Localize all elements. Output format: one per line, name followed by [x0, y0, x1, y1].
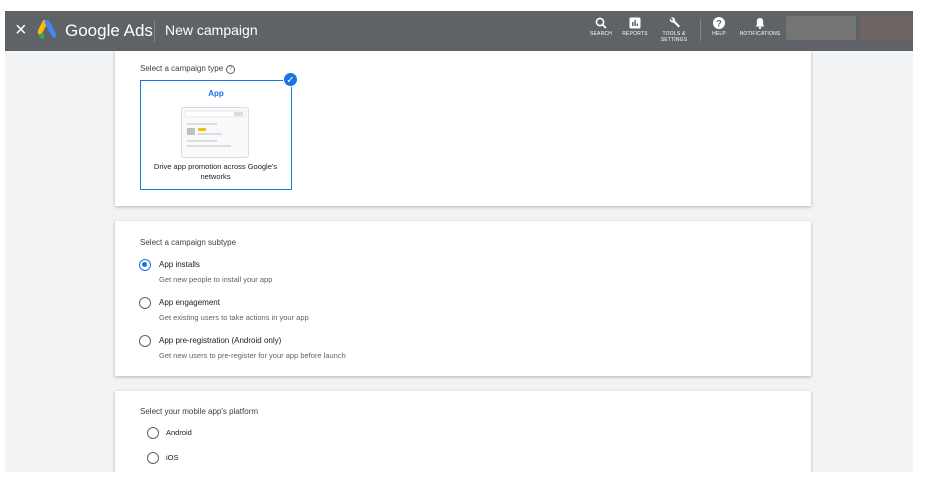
- app-promo-illustration: [181, 107, 249, 158]
- tile-label: App: [208, 89, 224, 98]
- divider: [154, 20, 155, 42]
- radio-button[interactable]: [147, 452, 159, 464]
- option-description: Get new users to pre-register for your a…: [159, 351, 346, 360]
- option-label: App engagement: [159, 298, 220, 307]
- radio-button[interactable]: [139, 297, 151, 309]
- option-label: App pre-registration (Android only): [159, 336, 282, 345]
- brand-name: Google Ads: [65, 21, 153, 40]
- help-button[interactable]: ? HELP: [699, 17, 739, 37]
- campaign-type-card: Select a campaign type? App Drive app pr…: [115, 51, 811, 206]
- reports-label: REPORTS: [622, 31, 648, 37]
- bell-icon: [755, 18, 765, 29]
- campaign-subtype-heading: Select a campaign subtype: [140, 238, 237, 247]
- notifications-label: NOTIFICATIONS: [739, 31, 781, 37]
- wrench-icon: [669, 17, 680, 28]
- radio-button[interactable]: [139, 259, 151, 271]
- avatar[interactable]: [860, 16, 913, 40]
- tools-settings-button[interactable]: TOOLS & SETTINGS: [654, 17, 694, 43]
- option-label: Android: [166, 428, 192, 437]
- campaign-type-tile-app[interactable]: App Drive app promotion across Google's …: [140, 72, 298, 190]
- search-icon: [595, 17, 607, 29]
- page-title: New campaign: [165, 22, 258, 38]
- option-description: Get existing users to take actions in yo…: [159, 313, 309, 322]
- option-label: App installs: [159, 260, 200, 269]
- app-window: × Google Ads New campaign SEARCH REPORTS…: [5, 11, 913, 472]
- campaign-subtype-card: Select a campaign subtype App installs G…: [115, 221, 811, 376]
- account-info[interactable]: [786, 16, 856, 40]
- campaign-type-heading: Select a campaign type?: [140, 64, 236, 74]
- help-circle-icon[interactable]: ?: [226, 65, 236, 74]
- notifications-button[interactable]: NOTIFICATIONS: [739, 17, 781, 37]
- option-label: iOS: [166, 453, 179, 462]
- radio-button[interactable]: [139, 335, 151, 347]
- platform-heading: Select your mobile app's platform: [140, 407, 259, 416]
- svg-text:?: ?: [716, 18, 722, 28]
- check-icon: ✓: [283, 72, 298, 87]
- close-icon[interactable]: ×: [15, 20, 27, 40]
- help-label: HELP: [712, 31, 726, 37]
- platform-card: Select your mobile app's platform Androi…: [115, 391, 811, 472]
- top-app-bar: × Google Ads New campaign SEARCH REPORTS…: [5, 11, 913, 51]
- campaign-type-heading-text: Select a campaign type: [140, 64, 224, 73]
- tile-description: Drive app promotion across Google's netw…: [153, 162, 278, 181]
- radio-button[interactable]: [147, 427, 159, 439]
- help-icon: ?: [713, 17, 725, 29]
- google-ads-logo: [38, 20, 57, 39]
- tools-label-2: SETTINGS: [660, 37, 688, 43]
- reports-button[interactable]: REPORTS: [615, 17, 655, 37]
- reports-icon: [629, 17, 641, 29]
- option-description: Get new people to install your app: [159, 275, 273, 284]
